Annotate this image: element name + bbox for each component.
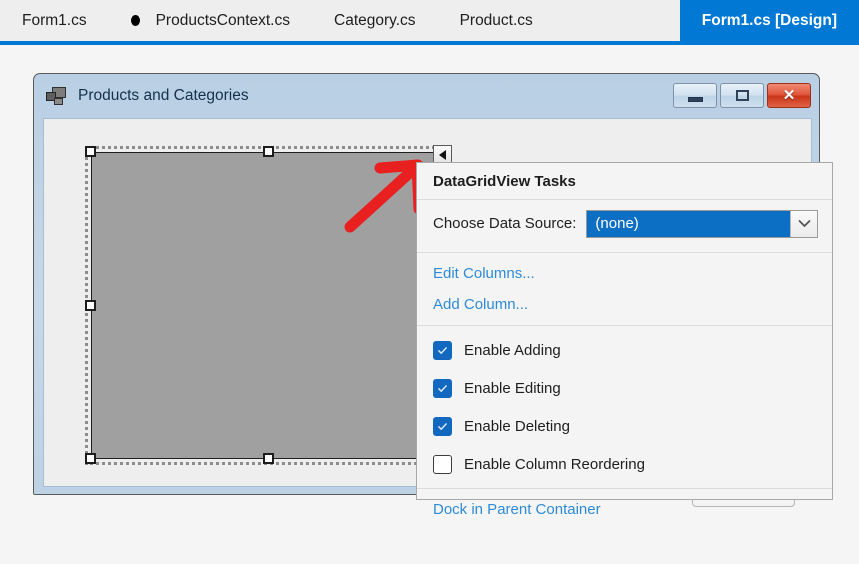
checkbox-enable-editing[interactable] [433, 379, 452, 398]
winforms-icon [46, 87, 68, 105]
editor-tab-label: ProductsContext.cs [156, 12, 290, 30]
resize-handle-bottom-left[interactable] [85, 453, 96, 464]
resize-handle-middle-left[interactable] [85, 300, 96, 311]
choose-data-source-label: Choose Data Source: [433, 215, 576, 232]
checkbox-row-enable-deleting[interactable]: Enable Deleting [417, 407, 832, 445]
checkbox-enable-column-reordering[interactable] [433, 455, 452, 474]
tab-bar-spacer [555, 0, 680, 41]
maximize-button[interactable] [720, 83, 764, 108]
resize-handle-top-center[interactable] [263, 146, 274, 157]
maximize-icon [736, 90, 749, 101]
window-controls: ✕ [673, 83, 811, 108]
checkbox-row-enable-editing[interactable]: Enable Editing [417, 369, 832, 407]
panel-divider-top [417, 252, 832, 253]
checkmark-icon [437, 383, 448, 394]
close-button[interactable]: ✕ [767, 83, 811, 108]
data-source-selected-value: (none) [587, 211, 790, 237]
smart-tag-triangle-icon [439, 150, 446, 160]
checkbox-label-enable-editing: Enable Editing [464, 380, 561, 397]
editor-tab-product-cs[interactable]: Product.cs [438, 0, 555, 41]
checkbox-enable-adding[interactable] [433, 341, 452, 360]
checkbox-label-enable-column-reordering: Enable Column Reordering [464, 456, 645, 473]
minimize-button[interactable] [673, 83, 717, 108]
datagridview-control[interactable] [91, 152, 446, 459]
form-title-text: Products and Categories [78, 87, 249, 105]
unsaved-changes-dot-icon [131, 15, 140, 26]
checkbox-label-enable-adding: Enable Adding [464, 342, 561, 359]
checkbox-row-enable-column-reordering[interactable]: Enable Column Reordering [417, 445, 832, 483]
resize-handle-top-left[interactable] [85, 146, 96, 157]
panel-divider-middle [417, 325, 832, 326]
link-edit-columns[interactable]: Edit Columns... [417, 258, 832, 289]
editor-tab-bar: Form1.cs ProductsContext.cs Category.cs Pro… [0, 0, 859, 41]
data-source-combobox[interactable]: (none) [586, 210, 818, 238]
editor-tab-productscontext-cs[interactable]: ProductsContext.cs [109, 0, 312, 41]
chevron-down-icon[interactable] [790, 211, 817, 237]
editor-tab-label: Category.cs [334, 12, 416, 30]
link-dock-in-parent-container[interactable]: Dock in Parent Container [417, 494, 832, 525]
editor-tab-label: Product.cs [460, 12, 533, 30]
checkbox-row-enable-adding[interactable]: Enable Adding [417, 331, 832, 369]
editor-tab-form1-cs-design[interactable]: Form1.cs [Design] [680, 0, 859, 41]
editor-tab-label: Form1.cs [22, 12, 87, 30]
winforms-designer-surface[interactable]: Products and Categories ✕ Save [0, 45, 859, 564]
checkbox-enable-deleting[interactable] [433, 417, 452, 436]
checkmark-icon [437, 421, 448, 432]
checkbox-label-enable-deleting: Enable Deleting [464, 418, 570, 435]
editor-tab-label: Form1.cs [Design] [702, 12, 837, 30]
editor-tab-form1-cs[interactable]: Form1.cs [0, 0, 109, 41]
minimize-icon [688, 97, 703, 102]
resize-handle-bottom-center[interactable] [263, 453, 274, 464]
link-add-column[interactable]: Add Column... [417, 289, 832, 320]
choose-data-source-row: Choose Data Source: (none) [417, 200, 832, 247]
tasks-panel-title: DataGridView Tasks [417, 163, 832, 200]
editor-tab-category-cs[interactable]: Category.cs [312, 0, 438, 41]
checkmark-icon [437, 345, 448, 356]
close-icon: ✕ [783, 88, 796, 103]
datagridview-tasks-panel[interactable]: DataGridView Tasks Choose Data Source: (… [416, 162, 833, 500]
panel-divider-bottom [417, 488, 832, 489]
